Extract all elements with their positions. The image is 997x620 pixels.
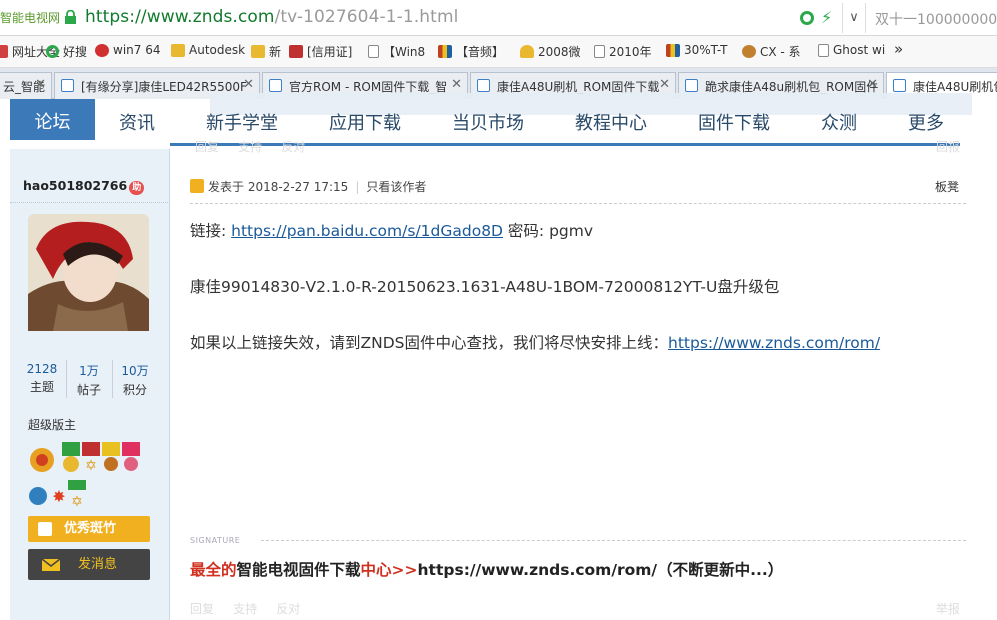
report-button[interactable]: 举报	[936, 600, 960, 617]
close-icon[interactable]: ✕	[659, 77, 670, 92]
url-input[interactable]: https://www.znds.com/tv-1027604-1-1.html	[85, 7, 458, 27]
avatar[interactable]	[28, 214, 149, 331]
trophy-icon	[520, 45, 534, 58]
user-stats: 2128 主题 1万 帖子 10万 积分	[10, 358, 170, 402]
post-icon	[190, 179, 204, 193]
prev-post-report: 回报	[936, 140, 961, 154]
post-actions: 回复 支持 反对	[190, 600, 300, 617]
user-rank: 超级版主	[28, 418, 77, 432]
close-icon[interactable]: ✕	[867, 77, 878, 92]
nav-item-more[interactable]: 更多	[908, 109, 944, 135]
folder-icon	[171, 43, 185, 57]
search-input[interactable]: 双十一100000000红	[875, 9, 997, 29]
url-path: /tv-1027604-1-1.html	[274, 7, 459, 27]
page-icon	[818, 43, 829, 57]
page-icon	[594, 45, 605, 58]
user-sidebar: hao501802766 助 2128 主题 1万 帖子 10万 积分 超级版主 ✡ ✸…	[10, 140, 170, 620]
bookmark-item[interactable]: win7 64	[95, 43, 160, 57]
floor-label: 板凳	[935, 180, 960, 194]
tab-item[interactable]: 云_智能 ✕	[0, 72, 52, 99]
bookmark-item[interactable]: Autodesk	[171, 43, 245, 57]
stat-posts[interactable]: 1万 帖子	[66, 362, 112, 398]
oppose-button[interactable]: 反对	[276, 602, 300, 616]
mosaic-icon	[666, 43, 680, 57]
close-icon[interactable]: ✕	[451, 77, 462, 92]
a-icon	[289, 45, 303, 58]
mosaic-icon	[438, 45, 452, 58]
medals-icon[interactable]: ✡ ✸ ✡	[28, 440, 153, 512]
bamboo-icon	[38, 522, 52, 536]
more-bookmarks-button[interactable]: »	[894, 40, 903, 58]
folder-icon	[251, 45, 265, 58]
bookmark-item[interactable]: 30%T-T	[666, 43, 727, 57]
bookmark-item[interactable]: 【Win8	[368, 43, 425, 60]
globe-icon	[0, 45, 8, 58]
paw-icon	[95, 43, 109, 57]
svg-text:✡: ✡	[85, 458, 97, 474]
znds-rom-link[interactable]: https://www.znds.com/rom/	[668, 334, 880, 352]
page-favicon-icon	[893, 79, 906, 92]
only-author-link[interactable]: 只看该作者	[366, 180, 426, 194]
post-content: 回复 支持 反对 回报 发表于 2018-2-27 17:15 | 只看该作者 板凳…	[171, 140, 968, 620]
stat-points[interactable]: 10万 积分	[112, 362, 158, 398]
nav-item-dangbei[interactable]: 当贝市场	[452, 109, 524, 135]
send-message-button[interactable]: 发消息	[28, 549, 150, 580]
nav-item-tutorials[interactable]: 教程中心	[575, 109, 647, 135]
close-icon[interactable]: ✕	[243, 77, 254, 92]
signature-text[interactable]: 最全的智能电视固件下载中心>>https://www.znds.com/rom/…	[190, 558, 783, 580]
right-gutter	[968, 146, 997, 620]
svg-text:✡: ✡	[71, 494, 83, 510]
stat-threads[interactable]: 2128 主题	[20, 362, 64, 395]
bookmark-item[interactable]: [信用证]	[289, 43, 352, 60]
lightning-icon[interactable]: ⚡	[821, 8, 832, 27]
bookmark-item[interactable]: Ghost wi	[818, 43, 885, 57]
support-button[interactable]: 支持	[233, 602, 257, 616]
helper-badge: 助	[129, 181, 145, 195]
baidu-pan-link[interactable]: https://pan.baidu.com/s/1dGado8D	[231, 222, 503, 240]
lock-icon	[65, 10, 76, 24]
page-favicon-icon	[269, 79, 282, 92]
page-favicon-icon	[685, 79, 698, 92]
cx-icon	[742, 45, 756, 58]
post-line-fallback: 如果以上链接失效，请到ZNDS固件中心查找，我们将尽快安排上线：https://…	[190, 334, 881, 352]
close-icon[interactable]: ✕	[35, 77, 46, 92]
signature-label: SIGNATURE	[190, 536, 241, 545]
page-favicon-icon	[61, 79, 74, 92]
post-line-firmware: 康佳99014830-V2.1.0-R-20150623.1631-A48U-1…	[190, 278, 780, 296]
bookmark-item[interactable]: 2008微	[520, 43, 581, 60]
url-host: https://www.znds.com	[85, 7, 275, 27]
bookmark-item[interactable]: CX - 系	[742, 43, 801, 60]
username[interactable]: hao501802766 助	[23, 178, 145, 195]
nav-item-firmware[interactable]: 固件下载	[698, 109, 770, 135]
nav-item-news[interactable]: 资讯	[119, 109, 155, 135]
nav-item-forum[interactable]: 论坛	[10, 99, 95, 143]
prev-post-actions: 回复 支持 反对	[195, 140, 306, 154]
dropdown-button[interactable]: ∨	[842, 3, 866, 33]
address-bar: 智能电视网 https://www.znds.com/tv-1027604-1-…	[0, 0, 997, 36]
svg-text:✸: ✸	[52, 487, 65, 506]
site-name: 智能电视网	[0, 11, 61, 25]
bookmark-item[interactable]: 新	[251, 43, 281, 60]
nav-item-review[interactable]: 众测	[821, 109, 857, 135]
page-favicon-icon	[477, 79, 490, 92]
bookmark-item[interactable]: 【音频】	[438, 43, 504, 60]
bookmark-item[interactable]: 2010年	[594, 43, 652, 60]
honor-button[interactable]: 优秀斑竹	[28, 516, 150, 542]
haosou-icon	[46, 45, 59, 58]
page-icon	[368, 45, 379, 58]
envelope-icon	[42, 559, 60, 571]
reply-button[interactable]: 回复	[190, 602, 214, 616]
nav-item-apps[interactable]: 应用下载	[329, 109, 401, 135]
post-meta: 发表于 2018-2-27 17:15 | 只看该作者	[208, 180, 427, 194]
nav-item-beginners[interactable]: 新手学堂	[206, 109, 278, 135]
site-nav: 论坛 资讯 新手学堂 应用下载 当贝市场 教程中心 固件下载 众测 更多	[0, 93, 997, 146]
bookmarks-bar: 网址大全 好搜 win7 64 Autodesk 新 [信用证] 【Win8 【…	[0, 36, 997, 68]
refresh-icon[interactable]	[800, 11, 814, 25]
bookmark-item[interactable]: 好搜	[46, 43, 87, 60]
post-line-link: 链接: https://pan.baidu.com/s/1dGado8D 密码:…	[190, 222, 594, 240]
